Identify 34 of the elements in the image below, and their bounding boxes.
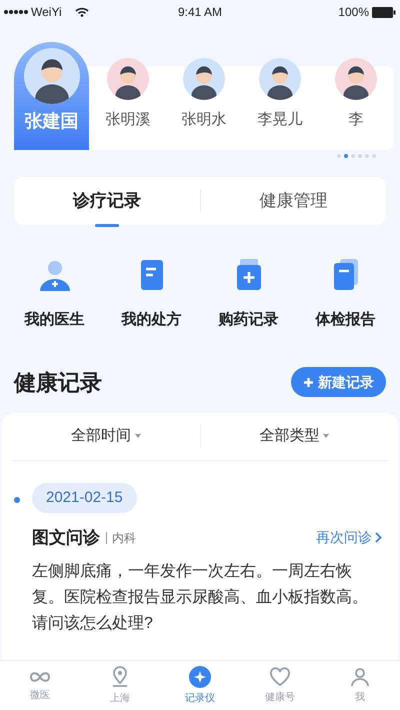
record-description: 左侧脚底痛，一年发作一次左右。一周左右恢复。医院检查报告显示尿酸高、血小板指数高。请问该怎么处理? <box>32 562 369 634</box>
shortcut-button[interactable]: 购药记录 <box>200 255 297 332</box>
sparkle-icon <box>189 666 211 688</box>
consult-again-link[interactable]: 再次问诊 <box>316 527 382 548</box>
shortcut-button[interactable]: 我的处方 <box>103 255 200 332</box>
person-icon <box>350 666 370 686</box>
tab[interactable]: 诊疗记录 <box>14 177 200 225</box>
shortcut-button[interactable]: 体检报告 <box>297 255 394 332</box>
member-tab[interactable]: 李 <box>319 54 393 150</box>
section-title: 健康记录 <box>14 368 102 396</box>
caret-icon <box>134 434 141 438</box>
wifi-icon <box>74 7 89 17</box>
shortcut-button[interactable]: 我的医生 <box>6 255 103 332</box>
caret-icon <box>323 434 330 438</box>
status-time: 9:41 AM <box>176 4 224 21</box>
department-label: 内科 <box>106 532 136 544</box>
chevron-icon <box>375 532 382 544</box>
heart-icon <box>269 666 291 686</box>
location-pin-icon <box>110 666 130 688</box>
filter-dropdown[interactable]: 全部时间 <box>12 424 200 448</box>
battery-icon <box>372 6 396 18</box>
carrier-name: WeiYi <box>31 4 62 21</box>
new-record-button[interactable]: 新建记录 <box>291 367 386 397</box>
member-tab[interactable]: 张明溪 <box>91 54 165 150</box>
nav-tab[interactable]: 记录仪 <box>160 666 240 706</box>
record-type: 图文问诊 <box>32 527 100 549</box>
member-tab[interactable]: 张明水 <box>167 54 241 150</box>
filter-dropdown[interactable]: 全部类型 <box>200 424 388 448</box>
signal-icon <box>4 10 28 14</box>
date-badge: 2021-02-15 <box>32 482 137 513</box>
member-tab[interactable]: 李晃儿 <box>243 54 317 150</box>
plus-icon <box>303 376 314 388</box>
battery-percent: 100% <box>338 4 369 21</box>
tab[interactable]: 健康管理 <box>200 177 386 225</box>
